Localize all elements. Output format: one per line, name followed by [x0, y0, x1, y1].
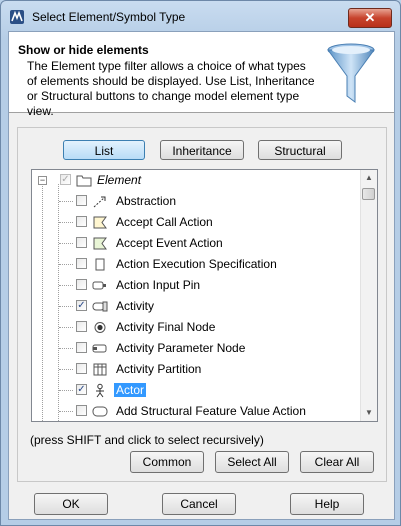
dialog-body: Show or hide elements The Element type f…: [8, 31, 395, 520]
tree-item-label: Action Input Pin: [116, 278, 201, 292]
tree-guide-line: [59, 222, 73, 223]
tree-guide-line: [59, 327, 73, 328]
activity-parameter-node-icon: [92, 344, 107, 353]
tree-item[interactable]: Accept Event Action: [32, 233, 361, 254]
tree-item-label: Activity Final Node: [116, 320, 216, 334]
activity-icon: [92, 301, 108, 312]
tree-root-row[interactable]: − ✓ Element: [32, 170, 361, 191]
tree-item-checkbox[interactable]: [76, 216, 87, 227]
tree-item[interactable]: Activity Final Node: [32, 317, 361, 338]
tree-item-checkbox[interactable]: ✓: [76, 384, 87, 395]
action-input-pin-icon: [92, 281, 106, 290]
select-all-button[interactable]: Select All: [215, 451, 289, 473]
tree-guide-line: [59, 201, 73, 202]
app-icon: [10, 10, 24, 24]
tree-item[interactable]: Add Structural Feature Value Action: [32, 401, 361, 421]
recursive-select-hint: (press SHIFT and click to select recursi…: [30, 433, 264, 447]
activity-final-node-icon: [94, 322, 106, 333]
action-execution-specification-icon: [95, 258, 105, 271]
tree-guide-line: [59, 390, 73, 391]
tree-item-checkbox[interactable]: [76, 342, 87, 353]
header-title: Show or hide elements: [18, 43, 149, 57]
tree-item[interactable]: ✓ Activity: [32, 296, 361, 317]
tree-item-checkbox[interactable]: [76, 195, 87, 206]
tree-guide-line: [59, 411, 73, 412]
window-title: Select Element/Symbol Type: [32, 10, 186, 24]
tree-item[interactable]: Activity Parameter Node: [32, 338, 361, 359]
tree-item-label: Accept Call Action: [116, 215, 213, 229]
tree-guide-line: [59, 264, 73, 265]
tree-root-label: Element: [97, 173, 142, 187]
ok-button[interactable]: OK: [34, 493, 108, 515]
tree-item-label: Abstraction: [116, 194, 177, 208]
dialog-window: Select Element/Symbol Type ✕ Show or hid…: [0, 0, 401, 526]
tree-item[interactable]: Action Input Pin: [32, 275, 361, 296]
tree-item-checkbox[interactable]: [76, 363, 87, 374]
scroll-up-icon[interactable]: ▲: [361, 170, 377, 186]
folder-icon: [76, 175, 92, 187]
tree-guide-line: [59, 306, 73, 307]
title-bar[interactable]: Select Element/Symbol Type ✕: [1, 1, 400, 31]
tree-item-label: Add Structural Feature Value Action: [116, 404, 306, 418]
tree-item-label: Activity Partition: [116, 362, 202, 376]
common-button[interactable]: Common: [130, 451, 204, 473]
tree-guide-line: [59, 348, 73, 349]
header-panel: Show or hide elements The Element type f…: [9, 32, 394, 118]
list-view-button[interactable]: List: [63, 140, 145, 160]
close-button[interactable]: ✕: [348, 8, 392, 28]
tree-item[interactable]: Abstraction: [32, 191, 361, 212]
tree-item-label: Accept Event Action: [116, 236, 223, 250]
structural-view-button[interactable]: Structural: [258, 140, 342, 160]
clear-all-button[interactable]: Clear All: [300, 451, 374, 473]
tree-item[interactable]: Activity Partition: [32, 359, 361, 380]
scroll-thumb[interactable]: [362, 188, 375, 200]
scroll-down-icon[interactable]: ▼: [361, 405, 377, 421]
tree-item-checkbox[interactable]: [76, 405, 87, 416]
inheritance-view-button[interactable]: Inheritance: [160, 140, 244, 160]
activity-partition-icon: [93, 363, 107, 376]
tree-item-label: Activity: [116, 299, 155, 313]
funnel-icon: [327, 43, 375, 103]
abstraction-icon: [93, 196, 106, 208]
tree-item-checkbox[interactable]: [76, 258, 87, 269]
tree-item-label: Actor: [114, 383, 147, 397]
filter-group: List Inheritance Structural − ✓ Element …: [17, 127, 387, 482]
cancel-button[interactable]: Cancel: [162, 493, 236, 515]
tree-guide-line: [59, 369, 73, 370]
accept-call-action-icon: [93, 216, 107, 229]
close-icon: ✕: [364, 10, 376, 25]
tree-item-checkbox[interactable]: ✓: [76, 300, 87, 311]
element-type-tree[interactable]: − ✓ Element Abstraction Accept Call Actio…: [31, 169, 378, 422]
add-structural-feature-value-action-icon: [92, 406, 108, 417]
tree-item-label: Activity Parameter Node: [116, 341, 246, 355]
tree-item[interactable]: Action Execution Specification: [32, 254, 361, 275]
tree-guide-line: [59, 285, 73, 286]
accept-event-action-icon: [93, 237, 107, 250]
tree-item-checkbox[interactable]: [76, 279, 87, 290]
collapse-icon[interactable]: −: [38, 176, 47, 185]
header-description: The Element type filter allows a choice …: [27, 59, 315, 118]
help-button[interactable]: Help: [290, 493, 364, 515]
actor-icon: [96, 383, 104, 398]
tree-item-checkbox[interactable]: [76, 321, 87, 332]
tree-item-checkbox[interactable]: [76, 237, 87, 248]
tree-item[interactable]: ✓ Actor: [32, 380, 361, 401]
root-checkbox[interactable]: ✓: [60, 174, 71, 185]
tree-item-label: Action Execution Specification: [116, 257, 277, 271]
tree-scrollbar[interactable]: ▲ ▼: [360, 170, 377, 421]
tree-item[interactable]: Accept Call Action: [32, 212, 361, 233]
tree-guide-line: [59, 243, 73, 244]
